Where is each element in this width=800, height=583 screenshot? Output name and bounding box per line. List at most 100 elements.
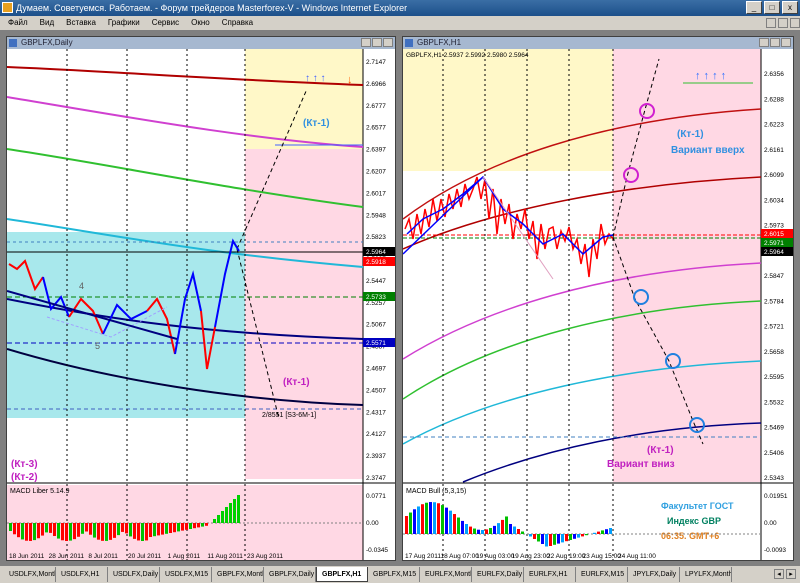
menu-insert[interactable]: Вставка	[62, 16, 104, 30]
tab-scroll-right-icon[interactable]: ▸	[786, 569, 796, 579]
info-time: 06:35. GMT+6	[661, 531, 719, 541]
menu-charts[interactable]: Графики	[104, 16, 148, 30]
macd-bar	[557, 534, 560, 544]
tab-lpylfx-monthly[interactable]: LPYLFX,Monthly	[680, 567, 732, 582]
tab-gbplfx-monthly[interactable]: GBPLFX,Monthly	[212, 567, 264, 582]
macd-bar	[77, 523, 80, 537]
macd-bar	[417, 506, 420, 534]
tab-gbplfx-h1[interactable]: GBPLFX,H1	[316, 567, 368, 582]
tab-scroll-left-icon[interactable]: ◂	[774, 569, 784, 579]
macd-bar	[101, 523, 104, 541]
tab-usdlfx-h1[interactable]: USDLFX,H1	[56, 567, 108, 582]
macd-bar	[73, 523, 76, 540]
tab-jpylfx-daily[interactable]: JPYLFX,Daily	[628, 567, 680, 582]
chart-maximize-icon[interactable]	[770, 38, 780, 47]
arrows-top: ↑ ↑ ↑ ↑	[695, 70, 726, 82]
chart-title: GBPLFX,H1	[417, 38, 462, 47]
price-label: 2.5595	[764, 374, 784, 381]
macd-bar	[13, 523, 16, 535]
macd-bar	[153, 523, 156, 537]
price-label: 2.5948	[366, 212, 386, 219]
minimize-button[interactable]: _	[746, 1, 762, 14]
macd-bar	[513, 526, 516, 534]
date-label: 19 Aug 23:00	[512, 553, 551, 560]
macd-price-label: 0.01951	[764, 493, 788, 500]
close-button[interactable]: x	[782, 1, 798, 14]
chart-minimize-icon[interactable]	[361, 38, 371, 47]
chart-canvas-daily[interactable]: (Кт-1) (Кт-1) (Кт-3) (Кт-2) 4 5 2/8551 […	[7, 49, 395, 560]
macd-bar	[97, 523, 100, 540]
date-label: 23 Aug 15:00	[583, 553, 622, 560]
macd-price-label: 0.0771	[366, 493, 386, 500]
tab-eurlfx-h1[interactable]: EURLFX,H1	[524, 567, 576, 582]
macd-bar	[165, 523, 168, 534]
chart-caption-daily[interactable]: GBPLFX,Daily	[7, 37, 395, 49]
price-label: 2.5469	[764, 425, 784, 432]
chart-canvas-h1[interactable]: (Кт-1) Вариант вверх (Кт-1) Вариант вниз…	[403, 49, 793, 560]
macd-bar	[553, 534, 556, 545]
chart-close-icon[interactable]	[781, 38, 791, 47]
svg-text:2.5733: 2.5733	[366, 294, 386, 301]
tab-usdlfx-monthly[interactable]: USDLFX,Monthly	[4, 567, 56, 582]
price-label: 2.6034	[764, 197, 784, 204]
macd-bar	[425, 502, 428, 534]
macd-bar	[601, 530, 604, 534]
macd-bar	[21, 523, 24, 540]
macd-bar	[597, 531, 600, 534]
mdi-close-icon[interactable]	[790, 18, 800, 28]
macd-bar	[221, 511, 224, 523]
macd-bar	[449, 510, 452, 534]
tab-eurlfx-daily[interactable]: EURLFX,Daily	[472, 567, 524, 582]
date-label: 1 Aug 2011	[168, 553, 201, 560]
macd-bar	[169, 523, 172, 533]
window-title: Думаем. Советуемся. Работаем. - Форум тр…	[16, 3, 408, 13]
price-label: 2.5847	[764, 273, 784, 280]
tab-gbplfx-m15[interactable]: GBPLFX,M15	[368, 567, 420, 582]
macd-bar	[125, 523, 128, 534]
macd-bar	[201, 523, 204, 527]
menu-view[interactable]: Вид	[36, 16, 62, 30]
label-kt1-top: (Кт-1)	[303, 118, 330, 129]
info-faculty: Факультет ГОСТ	[661, 501, 734, 511]
tab-eurlfx-m15[interactable]: EURLFX,M15	[576, 567, 628, 582]
price-label: 2.7147	[366, 59, 386, 66]
chart-minimize-icon[interactable]	[759, 38, 769, 47]
macd-bar	[485, 529, 488, 534]
label-kt2: (Кт-2)	[11, 472, 38, 483]
macd-caption: MACD Bull (5,3,15)	[406, 488, 466, 495]
chart-window-h1[interactable]: GBPLFX,H1 (Кт-1) Вариант вверх (Кт-1) Ва…	[402, 36, 794, 561]
menu-file[interactable]: Файл	[4, 16, 36, 30]
price-label: 2.6577	[366, 125, 386, 132]
macd-bar	[149, 523, 152, 537]
tab-eurlfx-monthly[interactable]: EURLFX,Monthly	[420, 567, 472, 582]
wave-5-label: 5	[95, 341, 100, 351]
tab-usdlfx-m15[interactable]: USDLFX,M15	[160, 567, 212, 582]
menu-bar: Файл Вид Вставка Графики Сервис Окно Спр…	[0, 16, 800, 30]
macd-bar	[161, 523, 164, 535]
price-label: 2.6397	[366, 147, 386, 154]
menu-tools[interactable]: Сервис	[148, 16, 187, 30]
macd-bar	[121, 523, 124, 532]
svg-text:2.5964: 2.5964	[764, 249, 784, 256]
info-index: Индекс GBP	[667, 516, 721, 526]
price-label: 2.5973	[764, 223, 784, 230]
macd-bar	[497, 523, 500, 534]
date-label: 8 Jul 2011	[88, 553, 118, 560]
maximize-button[interactable]: □	[764, 1, 780, 14]
chart-maximize-icon[interactable]	[372, 38, 382, 47]
chart-window-daily[interactable]: GBPLFX,Daily (Кт-1) (Кт-1) (Кт-3) (Кт-2)…	[6, 36, 396, 561]
date-axis: 17 Aug 2011 18 Aug 07:0019 Aug 03:0019 Au…	[405, 553, 656, 560]
price-label: 2.6966	[366, 81, 386, 88]
date-label: 17 Aug 2011	[405, 553, 441, 560]
price-label: 2.4697	[366, 366, 386, 373]
menu-window[interactable]: Окно	[187, 16, 218, 30]
macd-bar	[541, 534, 544, 544]
chart-close-icon[interactable]	[383, 38, 393, 47]
tab-scroll: ◂ ▸	[774, 566, 800, 583]
mdi-minimize-icon[interactable]	[766, 18, 776, 28]
menu-help[interactable]: Справка	[218, 16, 261, 30]
tab-gbplfx-daily[interactable]: GBPLFX,Daily	[264, 567, 316, 582]
chart-caption-h1[interactable]: GBPLFX,H1	[403, 37, 793, 49]
mdi-restore-icon[interactable]	[778, 18, 788, 28]
tab-usdlfx-daily[interactable]: USDLFX,Daily	[108, 567, 160, 582]
